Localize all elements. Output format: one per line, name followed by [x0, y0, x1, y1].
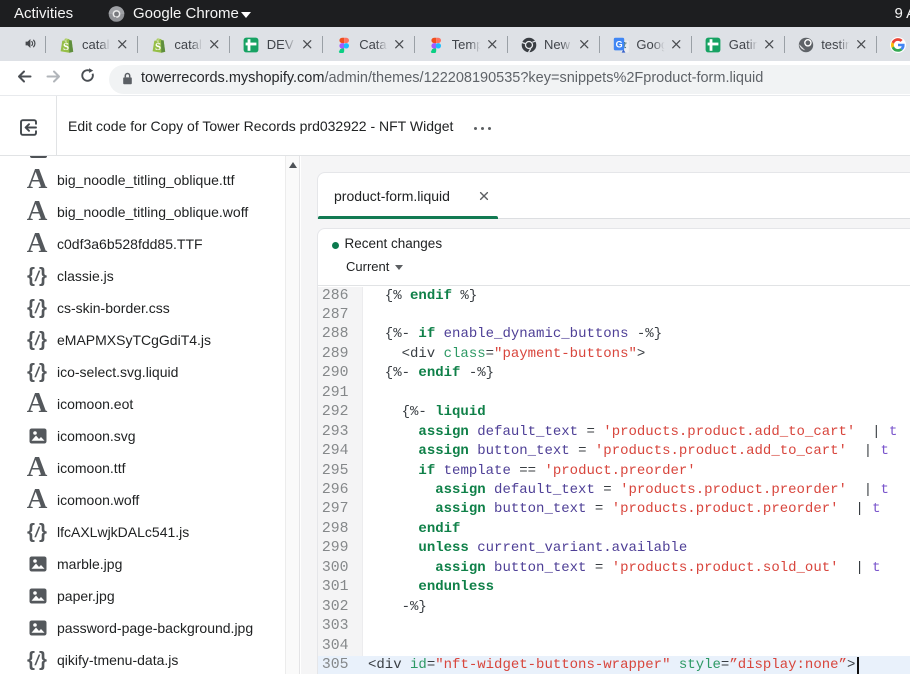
- svg-text:S: S: [63, 41, 69, 53]
- svg-text:S: S: [155, 41, 161, 53]
- svg-text:G: G: [615, 39, 622, 49]
